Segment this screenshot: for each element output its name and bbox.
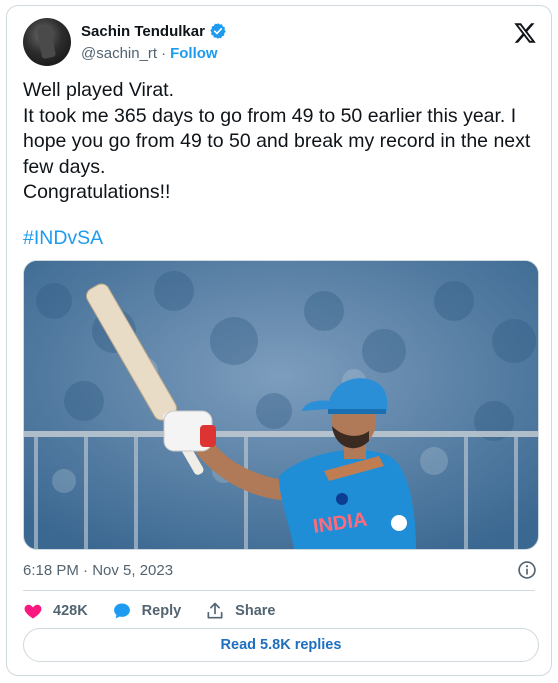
like-button[interactable]: 428K [23, 601, 88, 621]
tweet-photo[interactable]: INDIA [23, 260, 539, 550]
tweet-line: Well played Virat. [23, 79, 175, 101]
follow-button[interactable]: Follow [170, 45, 218, 62]
info-icon[interactable] [517, 560, 537, 580]
photo-illustration: INDIA [24, 261, 538, 549]
hashtag-link[interactable]: #INDvSA [23, 226, 539, 252]
reply-button[interactable]: Reply [112, 601, 182, 621]
tweet-line: It took me 365 days to go from 49 to 50 … [23, 104, 531, 178]
reply-label: Reply [141, 603, 182, 619]
tweet-card: Sachin Tendulkar @sachin_rt · Follow Wel… [6, 5, 552, 676]
x-logo-icon[interactable] [513, 21, 537, 45]
tweet-text: Well played Virat. It took me 365 days t… [23, 78, 539, 251]
like-count: 428K [53, 603, 88, 619]
heart-icon [24, 604, 42, 619]
read-replies-button[interactable]: Read 5.8K replies [23, 628, 539, 662]
action-bar: 428K Reply Share [23, 598, 275, 624]
author-name[interactable]: Sachin Tendulkar [81, 23, 205, 40]
divider [23, 590, 535, 591]
share-button[interactable]: Share [205, 601, 275, 621]
author-handle-row: @sachin_rt · Follow [81, 45, 218, 62]
tweet-timestamp[interactable]: 6:18 PM · Nov 5, 2023 [23, 562, 173, 579]
author-name-row: Sachin Tendulkar [81, 22, 227, 40]
speech-bubble-icon [113, 603, 130, 619]
separator-dot: · [161, 45, 167, 62]
share-label: Share [235, 603, 276, 619]
avatar-figure [35, 24, 57, 60]
upload-icon [207, 602, 223, 619]
author-handle[interactable]: @sachin_rt [81, 45, 157, 62]
tweet-line: Congratulations!! [23, 181, 171, 203]
verified-badge-icon [210, 23, 226, 39]
avatar[interactable] [23, 18, 71, 66]
